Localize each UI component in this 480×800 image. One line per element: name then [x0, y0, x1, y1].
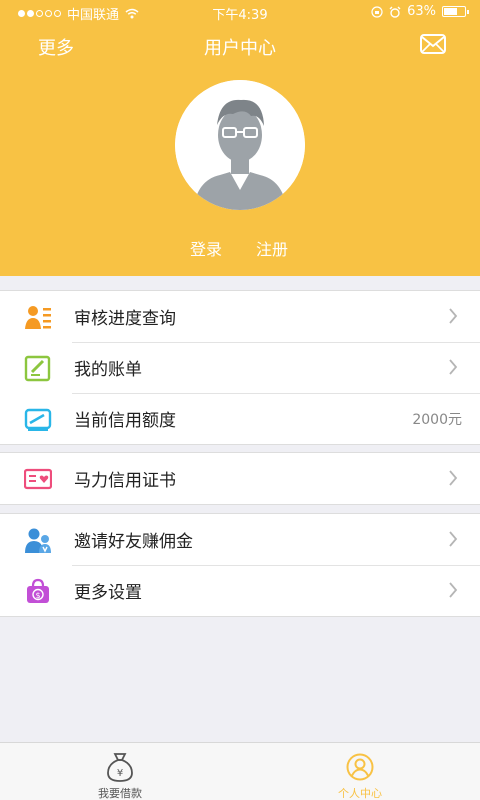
- login-button[interactable]: 登录: [190, 236, 222, 260]
- menu-item-credit-certificate[interactable]: 马力信用证书: [0, 453, 480, 504]
- battery-icon: [442, 6, 469, 17]
- menu-group-2: 马力信用证书: [0, 452, 480, 505]
- tab-bar: ¥ 我要借款 个人中心: [0, 742, 480, 800]
- lock-rotation-icon: [371, 5, 383, 18]
- avatar[interactable]: [175, 80, 305, 210]
- status-bar: 中国联通 下午4:39 63%: [0, 0, 480, 24]
- avatar-person-icon: [175, 80, 305, 210]
- menu-group-1: 审核进度查询 我的账单 当前信用额度 2000元: [0, 290, 480, 445]
- register-button[interactable]: 注册: [256, 236, 288, 260]
- menu-item-label: 马力信用证书: [74, 471, 176, 491]
- money-bag-icon: ¥: [107, 753, 133, 782]
- tab-label: 我要借款: [98, 787, 142, 800]
- svg-text:$: $: [35, 591, 40, 600]
- menu-item-review-progress[interactable]: 审核进度查询: [0, 291, 480, 342]
- menu-item-my-bill[interactable]: 我的账单: [0, 342, 480, 393]
- status-right: 63%: [371, 4, 469, 19]
- menu-item-label: 我的账单: [74, 360, 142, 380]
- menu-item-invite-friends[interactable]: 邀请好友赚佣金: [0, 514, 480, 565]
- chevron-right-icon: [449, 582, 458, 598]
- mail-icon[interactable]: [420, 34, 446, 54]
- user-circle-icon: [346, 753, 374, 781]
- svg-text:¥: ¥: [117, 768, 123, 779]
- menu-item-label: 审核进度查询: [74, 309, 176, 329]
- bill-icon: [24, 355, 51, 382]
- nav-bar: 更多 用户中心: [0, 24, 480, 68]
- menu-item-more-settings[interactable]: $ 更多设置: [0, 565, 480, 616]
- alarm-icon: [389, 6, 401, 18]
- review-progress-icon: [25, 306, 51, 329]
- battery-percent: 63%: [407, 4, 436, 19]
- menu-item-label: 邀请好友赚佣金: [74, 532, 193, 552]
- chevron-right-icon: [449, 359, 458, 375]
- menu-group-3: 邀请好友赚佣金 $ 更多设置: [0, 513, 480, 617]
- tab-borrow[interactable]: ¥ 我要借款: [0, 743, 240, 800]
- page-title: 用户中心: [204, 38, 276, 59]
- tab-personal-center[interactable]: 个人中心: [240, 743, 480, 800]
- header: 中国联通 下午4:39 63% 更多 用户中心 登录 注册: [0, 0, 480, 276]
- chevron-right-icon: [449, 531, 458, 547]
- settings-bag-icon: $: [27, 578, 49, 603]
- menu-item-credit-limit[interactable]: 当前信用额度 2000元: [0, 393, 480, 444]
- invite-friends-icon: [25, 528, 51, 553]
- chevron-right-icon: [449, 308, 458, 324]
- tab-label: 个人中心: [338, 787, 382, 800]
- menu-item-label: 更多设置: [74, 583, 142, 603]
- credit-certificate-icon: [24, 468, 52, 490]
- credit-limit-icon: [24, 408, 52, 431]
- credit-limit-value: 2000元: [412, 411, 462, 428]
- menu-item-label: 当前信用额度: [74, 411, 176, 431]
- chevron-right-icon: [449, 470, 458, 486]
